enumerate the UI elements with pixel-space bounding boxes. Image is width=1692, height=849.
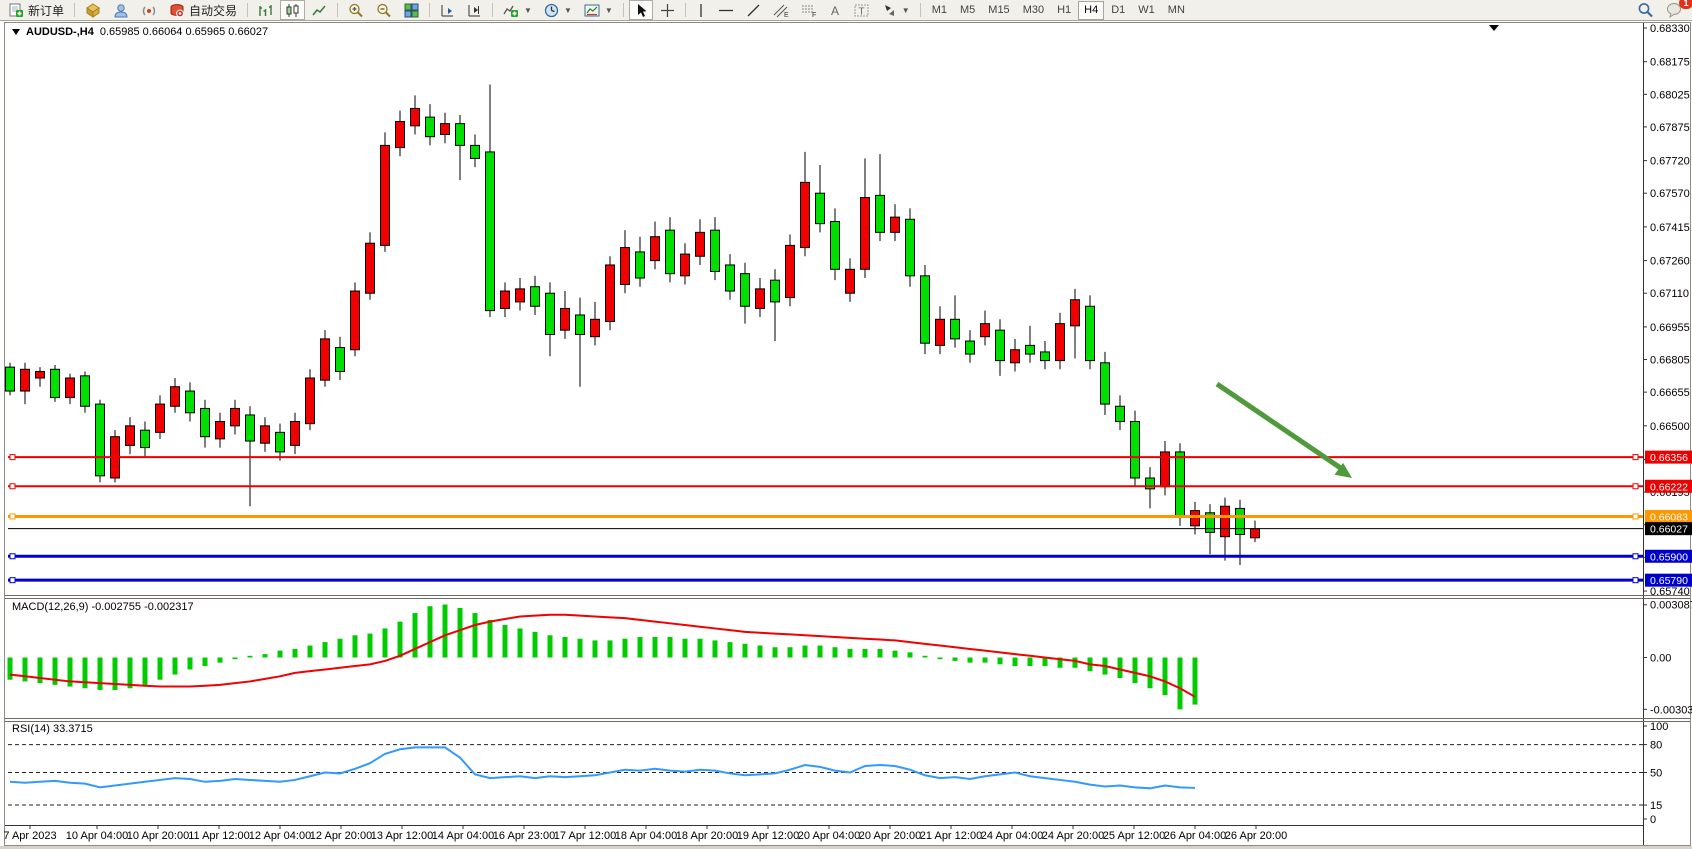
- add-indicator-icon: [503, 3, 519, 18]
- expert-icon: [113, 3, 129, 18]
- signals-button[interactable]: [136, 0, 162, 20]
- tile-windows-icon: [404, 3, 419, 18]
- chart-title: AUDUSD-,H4 0.65985 0.66064 0.65965 0.660…: [12, 26, 268, 38]
- toolbar-separator: [623, 3, 624, 17]
- auto-scroll-icon: [440, 3, 455, 18]
- shapes-button[interactable]: ▼: [877, 0, 915, 20]
- timeframe-m5[interactable]: M5: [954, 1, 981, 20]
- dropdown-caret: ▼: [605, 6, 613, 15]
- period-clock-icon: [544, 3, 559, 18]
- timeframe-d1[interactable]: D1: [1105, 1, 1131, 20]
- timeframe-w1[interactable]: W1: [1132, 1, 1161, 20]
- zoom-out-icon: [376, 3, 392, 18]
- search-button[interactable]: [1632, 0, 1659, 20]
- svg-text:E: E: [784, 12, 789, 18]
- chart-shift-button[interactable]: [462, 0, 487, 20]
- svg-text:F: F: [812, 12, 816, 18]
- timeframe-h4[interactable]: H4: [1078, 1, 1104, 20]
- new-order-icon: [9, 3, 24, 18]
- crosshair-button[interactable]: [655, 0, 680, 20]
- template-icon: [584, 3, 600, 18]
- toolbar-separator: [247, 3, 248, 17]
- periods-button[interactable]: ▼: [539, 0, 577, 20]
- timeframe-group: M1M5M15M30H1H4D1W1MN: [926, 1, 1191, 20]
- timeframe-m15[interactable]: M15: [982, 1, 1015, 20]
- signal-icon: [141, 3, 157, 18]
- timeframe-mn[interactable]: MN: [1162, 1, 1191, 20]
- line-chart-button[interactable]: [307, 0, 332, 20]
- toolbar: 新订单 自动交易 ▼ ▼ ▼ E F A T ▼: [0, 0, 1692, 21]
- chevron-down-icon[interactable]: [12, 29, 20, 35]
- chart-symbol-period: AUDUSD-,H4: [26, 26, 94, 38]
- bar-chart-icon: [258, 3, 273, 18]
- macd-label: MACD(12,26,9) -0.002755 -0.002317: [12, 601, 194, 613]
- new-order-label: 新订单: [28, 2, 64, 19]
- rsi-label: RSI(14) 33.3715: [12, 723, 93, 735]
- svg-text:A: A: [831, 4, 839, 18]
- templates-button[interactable]: ▼: [579, 0, 618, 20]
- timeframe-m1[interactable]: M1: [926, 1, 953, 20]
- expert-advisor-button[interactable]: [108, 0, 134, 20]
- timeframe-m30[interactable]: M30: [1017, 1, 1050, 20]
- zoom-in-icon: [348, 3, 364, 18]
- toolbar-separator: [74, 3, 75, 17]
- candlestick-icon: [285, 3, 300, 18]
- cursor-icon: [634, 3, 648, 18]
- toolbar-separator: [685, 3, 686, 17]
- time-axis[interactable]: [5, 826, 1643, 846]
- text-button[interactable]: A: [824, 0, 847, 20]
- channel-button[interactable]: E: [768, 0, 794, 20]
- dropdown-caret: ▼: [564, 6, 572, 15]
- text-icon: A: [829, 3, 842, 18]
- line-chart-icon: [312, 3, 327, 18]
- new-order-button[interactable]: 新订单: [4, 0, 69, 20]
- svg-text:T: T: [858, 6, 864, 17]
- toolbar-separator: [429, 3, 430, 17]
- timeframe-h1[interactable]: H1: [1051, 1, 1077, 20]
- cube-icon: [85, 3, 101, 18]
- text-label-icon: T: [854, 3, 870, 18]
- toolbar-separator: [920, 3, 921, 17]
- fibonacci-button[interactable]: F: [796, 0, 822, 20]
- add-indicator-button[interactable]: ▼: [498, 0, 537, 20]
- auto-scroll-button[interactable]: [435, 0, 460, 20]
- bar-chart-button[interactable]: [253, 0, 278, 20]
- chart-ohlc-values: 0.65985 0.66064 0.65965 0.66027: [100, 26, 268, 38]
- text-label-button[interactable]: T: [849, 0, 875, 20]
- fibonacci-icon: F: [801, 3, 817, 18]
- vertical-line-button[interactable]: [691, 0, 711, 20]
- cursor-button[interactable]: [629, 0, 653, 20]
- crosshair-icon: [660, 3, 675, 18]
- vline-icon: [696, 3, 706, 18]
- autotrade-label: 自动交易: [189, 2, 237, 19]
- trendline-icon: [746, 3, 761, 18]
- zoom-in-button[interactable]: [343, 0, 369, 20]
- price-axis[interactable]: [1643, 24, 1692, 824]
- chart-shift-icon: [467, 3, 482, 18]
- autotrade-icon: [169, 3, 185, 18]
- hline-icon: [718, 3, 734, 18]
- chat-button[interactable]: 1: [1661, 0, 1688, 20]
- dropdown-caret: ▼: [524, 6, 532, 15]
- dropdown-caret: ▼: [902, 6, 910, 15]
- candlestick-button[interactable]: [280, 0, 305, 20]
- horizontal-line-button[interactable]: [713, 0, 739, 20]
- zoom-out-button[interactable]: [371, 0, 397, 20]
- search-icon: [1637, 2, 1654, 18]
- tile-windows-button[interactable]: [399, 0, 424, 20]
- market-watch-button[interactable]: [80, 0, 106, 20]
- chat-unread-badge: 1: [1679, 0, 1692, 9]
- trendline-button[interactable]: [741, 0, 766, 20]
- autotrade-button[interactable]: 自动交易: [164, 0, 242, 20]
- shapes-icon: [882, 3, 897, 18]
- toolbar-separator: [337, 3, 338, 17]
- channel-icon: E: [773, 3, 789, 18]
- toolbar-separator: [492, 3, 493, 17]
- chart-window[interactable]: [4, 22, 1691, 846]
- trading-terminal: 新订单 自动交易 ▼ ▼ ▼ E F A T ▼: [0, 0, 1692, 849]
